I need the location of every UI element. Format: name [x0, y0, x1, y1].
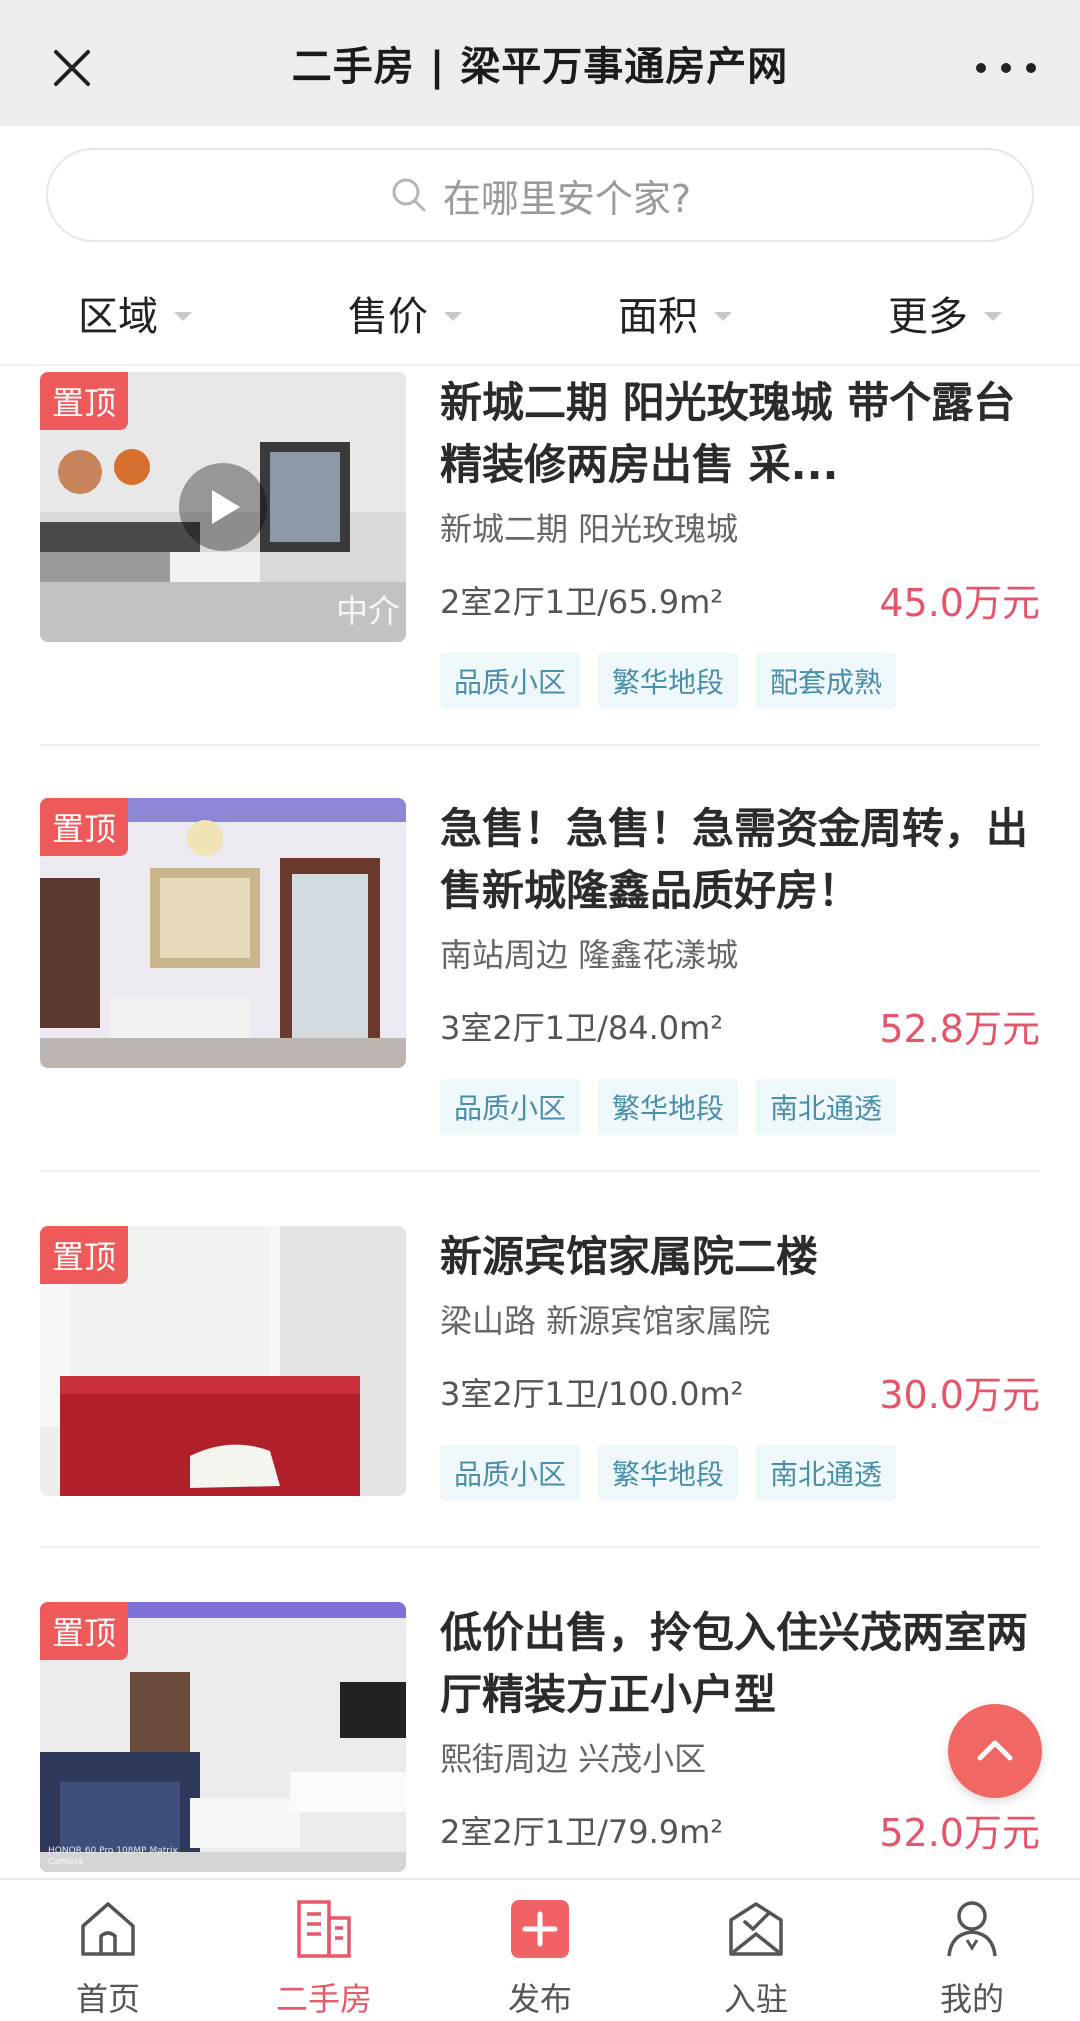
building-icon — [297, 1900, 351, 1958]
page-title: 二手房 | 梁平万事通房产网 — [291, 44, 789, 90]
feature-tag: 繁华地段 — [598, 1079, 739, 1135]
divider — [40, 744, 1040, 746]
feature-tag: 繁华地段 — [598, 653, 739, 709]
listing-price: 52.8万元 — [879, 1007, 1040, 1051]
listing-spec: 2室2厅1卫/65.9m² — [440, 582, 724, 621]
listing-title[interactable]: 新城二期 阳光玫瑰城 带个露台精装修两房出售 采... — [440, 372, 1040, 496]
listing-address: 南站周边 隆鑫花漾城 — [440, 936, 739, 974]
chevron-down-icon — [444, 311, 462, 321]
home-icon — [81, 1902, 135, 1956]
pinned-badge: 置顶 — [40, 798, 129, 856]
listing-spec: 3室2厅1卫/100.0m² — [440, 1374, 744, 1413]
search-icon — [389, 175, 429, 215]
photo-watermark: 中介 — [335, 592, 400, 630]
tab-second-hand[interactable]: 二手房 — [216, 1880, 432, 2021]
feature-tag: 品质小区 — [440, 1445, 581, 1501]
listing-spec: 3室2厅1卫/84.0m² — [440, 1008, 724, 1047]
bottom-tab-bar: 首页 二手房 发布 入驻 我的 — [0, 1878, 1080, 2021]
listing-price: 45.0万元 — [879, 581, 1040, 625]
listing-title[interactable]: 急售！急售！急需资金周转，出售新城隆鑫品质好房！ — [440, 798, 1040, 922]
tab-mine[interactable]: 我的 — [864, 1880, 1080, 2021]
feature-tag: 配套成熟 — [756, 653, 897, 709]
filter-area[interactable]: 面积 — [540, 262, 810, 364]
feature-tag: 繁华地段 — [598, 1445, 739, 1501]
checkin-icon — [729, 1902, 783, 1956]
chevron-down-icon — [984, 311, 1002, 321]
close-icon[interactable] — [44, 40, 100, 96]
tab-home[interactable]: 首页 — [0, 1880, 216, 2021]
filter-region[interactable]: 区域 — [0, 262, 270, 364]
feature-tag: 品质小区 — [440, 1079, 581, 1135]
chevron-up-icon — [977, 1740, 1013, 1761]
camera-watermark: HONOR 60 Pro 108MP Matrix Camera — [48, 1846, 178, 1867]
listing-address: 梁山路 新源宾馆家属院 — [440, 1302, 771, 1340]
filter-bar: 区域 售价 面积 更多 — [0, 262, 1080, 366]
search-input[interactable]: 在哪里安个家? — [46, 148, 1034, 242]
search-placeholder: 在哪里安个家? — [442, 176, 692, 221]
filter-price[interactable]: 售价 — [270, 262, 540, 364]
feature-tag: 南北通透 — [756, 1079, 897, 1135]
listing-title[interactable]: 新源宾馆家属院二楼 — [440, 1226, 1040, 1288]
user-icon — [947, 1901, 997, 1957]
listing-title[interactable]: 低价出售，拎包入住兴茂两室两厅精装方正小户型 — [440, 1602, 1040, 1726]
chevron-down-icon — [714, 311, 732, 321]
feature-tag: 南北通透 — [756, 1445, 897, 1501]
listing-photo: 置顶 — [40, 798, 406, 1068]
listing-photo: 置顶 HONOR 60 Pro 108MP Matrix Camera — [40, 1602, 406, 1872]
plus-icon — [511, 1900, 569, 1958]
listing-address: 新城二期 阳光玫瑰城 — [440, 510, 739, 548]
title-bar: 二手房 | 梁平万事通房产网 — [0, 0, 1080, 126]
listing-price: 30.0万元 — [879, 1373, 1040, 1417]
listing-photo: 置顶 — [40, 1226, 406, 1496]
tab-checkin[interactable]: 入驻 — [648, 1880, 864, 2021]
feature-tag: 品质小区 — [440, 653, 581, 709]
divider — [40, 1170, 1040, 1172]
pinned-badge: 置顶 — [40, 1602, 129, 1660]
back-to-top-button[interactable] — [948, 1704, 1042, 1798]
divider — [40, 1546, 1040, 1548]
chevron-down-icon — [174, 311, 192, 321]
listing-spec: 2室2厅1卫/79.9m² — [440, 1812, 724, 1851]
pinned-badge: 置顶 — [40, 1226, 129, 1284]
filter-more[interactable]: 更多 — [810, 262, 1080, 364]
pinned-badge: 置顶 — [40, 372, 129, 430]
listing-price: 52.0万元 — [879, 1811, 1040, 1855]
tab-publish[interactable]: 发布 — [432, 1880, 648, 2021]
listing-photo: 置顶 中介 — [40, 372, 406, 642]
more-menu-icon[interactable] — [976, 50, 1036, 86]
